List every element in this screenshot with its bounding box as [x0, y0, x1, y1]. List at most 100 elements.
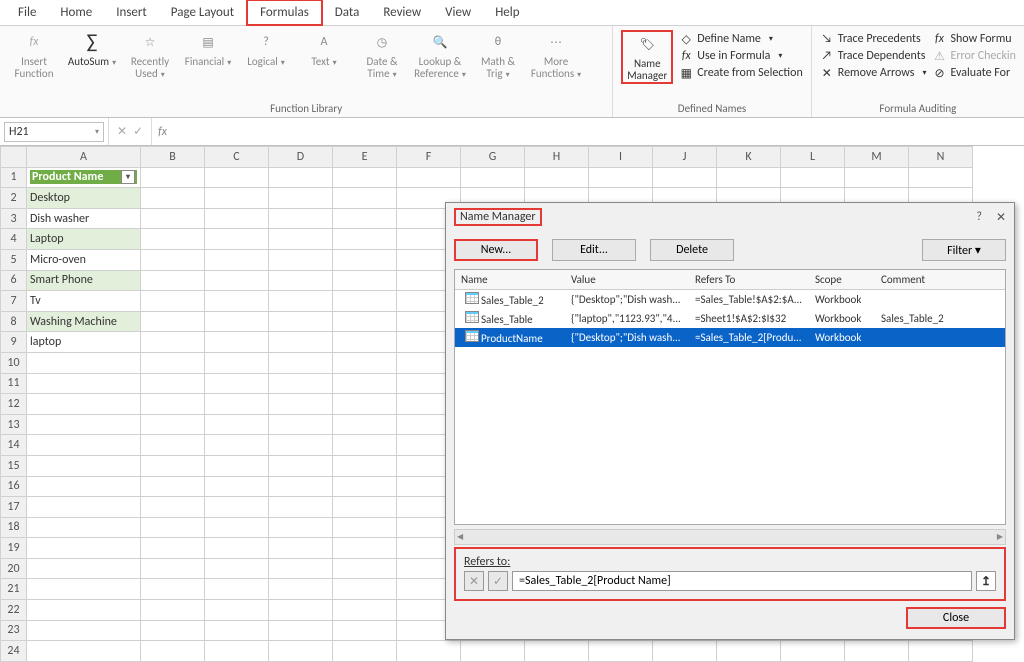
cell-A12[interactable] [27, 394, 141, 415]
horizontal-scrollbar[interactable]: ◀▶ [454, 529, 1006, 545]
row-header-23[interactable]: 23 [1, 620, 27, 641]
cancel-icon[interactable]: ✕ [117, 124, 127, 139]
cell-A5[interactable]: Micro-oven [27, 249, 141, 270]
cell-D2[interactable] [269, 188, 333, 209]
cell-E4[interactable] [333, 229, 397, 250]
select-all-corner[interactable] [1, 147, 27, 168]
cell-B4[interactable] [141, 229, 205, 250]
cell-B14[interactable] [141, 435, 205, 456]
cell-C11[interactable] [205, 373, 269, 394]
list-header-comment[interactable]: Comment [875, 270, 1005, 289]
cell-A20[interactable] [27, 558, 141, 579]
col-header-F[interactable]: F [397, 147, 461, 168]
cell-D13[interactable] [269, 414, 333, 435]
cell-A3[interactable]: Dish washer [27, 208, 141, 229]
row-header-2[interactable]: 2 [1, 188, 27, 209]
cell-N1[interactable] [909, 167, 973, 188]
tab-view[interactable]: View [433, 1, 483, 24]
cell-D24[interactable] [269, 641, 333, 662]
cell-B24[interactable] [141, 641, 205, 662]
cell-C3[interactable] [205, 208, 269, 229]
cell-A17[interactable] [27, 497, 141, 518]
cell-M1[interactable] [845, 167, 909, 188]
text-button[interactable]: AText [298, 30, 350, 68]
cell-D9[interactable] [269, 332, 333, 353]
cell-E20[interactable] [333, 558, 397, 579]
col-header-H[interactable]: H [525, 147, 589, 168]
show-formulas-button[interactable]: fxShow Formu [932, 32, 1016, 46]
cell-B18[interactable] [141, 517, 205, 538]
close-button[interactable]: Close [906, 607, 1006, 629]
refers-accept-icon[interactable]: ✓ [488, 571, 508, 591]
filter-dropdown-icon[interactable]: ▾ [121, 170, 135, 184]
cell-D23[interactable] [269, 620, 333, 641]
row-header-20[interactable]: 20 [1, 558, 27, 579]
cell-C16[interactable] [205, 476, 269, 497]
row-header-11[interactable]: 11 [1, 373, 27, 394]
cell-D3[interactable] [269, 208, 333, 229]
cell-E9[interactable] [333, 332, 397, 353]
cell-D1[interactable] [269, 167, 333, 188]
cell-C1[interactable] [205, 167, 269, 188]
tab-formulas[interactable]: Formulas [246, 0, 323, 26]
cell-B3[interactable] [141, 208, 205, 229]
row-header-13[interactable]: 13 [1, 414, 27, 435]
cell-E8[interactable] [333, 311, 397, 332]
cell-E17[interactable] [333, 497, 397, 518]
cell-C15[interactable] [205, 455, 269, 476]
cell-E23[interactable] [333, 620, 397, 641]
cell-E1[interactable] [333, 167, 397, 188]
col-header-M[interactable]: M [845, 147, 909, 168]
cell-A24[interactable] [27, 641, 141, 662]
enter-icon[interactable]: ✓ [133, 124, 143, 139]
col-header-B[interactable]: B [141, 147, 205, 168]
cell-A14[interactable] [27, 435, 141, 456]
cell-L24[interactable] [781, 641, 845, 662]
tab-insert[interactable]: Insert [104, 1, 159, 24]
cell-B6[interactable] [141, 270, 205, 291]
cell-D12[interactable] [269, 394, 333, 415]
cell-E10[interactable] [333, 352, 397, 373]
use-in-formula-button[interactable]: fxUse in Formula▾ [679, 49, 803, 63]
cell-C19[interactable] [205, 538, 269, 559]
cell-C14[interactable] [205, 435, 269, 456]
cell-E3[interactable] [333, 208, 397, 229]
define-name-button[interactable]: ◇Define Name▾ [679, 32, 803, 46]
cell-D21[interactable] [269, 579, 333, 600]
cell-A6[interactable]: Smart Phone [27, 270, 141, 291]
cell-B5[interactable] [141, 249, 205, 270]
trace-precedents-button[interactable]: ↘Trace Precedents [820, 32, 927, 46]
math-button[interactable]: θMath & Trig [472, 30, 524, 80]
new-button[interactable]: New... [454, 239, 538, 261]
cell-D7[interactable] [269, 291, 333, 312]
name-row-Sales_Table[interactable]: Sales_Table{"laptop","1123.93","4...=She… [455, 309, 1005, 328]
tab-page-layout[interactable]: Page Layout [159, 1, 246, 24]
cell-D4[interactable] [269, 229, 333, 250]
cell-E14[interactable] [333, 435, 397, 456]
cell-A2[interactable]: Desktop [27, 188, 141, 209]
close-icon[interactable]: ✕ [996, 210, 1006, 225]
financial-button[interactable]: ▤Financial [182, 30, 234, 68]
help-icon[interactable]: ? [976, 210, 982, 225]
cell-A11[interactable] [27, 373, 141, 394]
cell-E12[interactable] [333, 394, 397, 415]
row-header-12[interactable]: 12 [1, 394, 27, 415]
cell-A8[interactable]: Washing Machine [27, 311, 141, 332]
tab-data[interactable]: Data [323, 1, 372, 24]
col-header-A[interactable]: A [27, 147, 141, 168]
col-header-J[interactable]: J [653, 147, 717, 168]
cell-A7[interactable]: Tv [27, 291, 141, 312]
cell-E24[interactable] [333, 641, 397, 662]
cell-C20[interactable] [205, 558, 269, 579]
tab-file[interactable]: File [6, 1, 48, 24]
cell-E2[interactable] [333, 188, 397, 209]
error-checking-button[interactable]: ⚠Error Checkin [932, 49, 1016, 63]
more-functions-button[interactable]: ⋯More Functions [530, 30, 582, 80]
cell-L1[interactable] [781, 167, 845, 188]
row-header-15[interactable]: 15 [1, 455, 27, 476]
cell-B9[interactable] [141, 332, 205, 353]
cell-C8[interactable] [205, 311, 269, 332]
cell-D6[interactable] [269, 270, 333, 291]
cell-D19[interactable] [269, 538, 333, 559]
cell-D20[interactable] [269, 558, 333, 579]
